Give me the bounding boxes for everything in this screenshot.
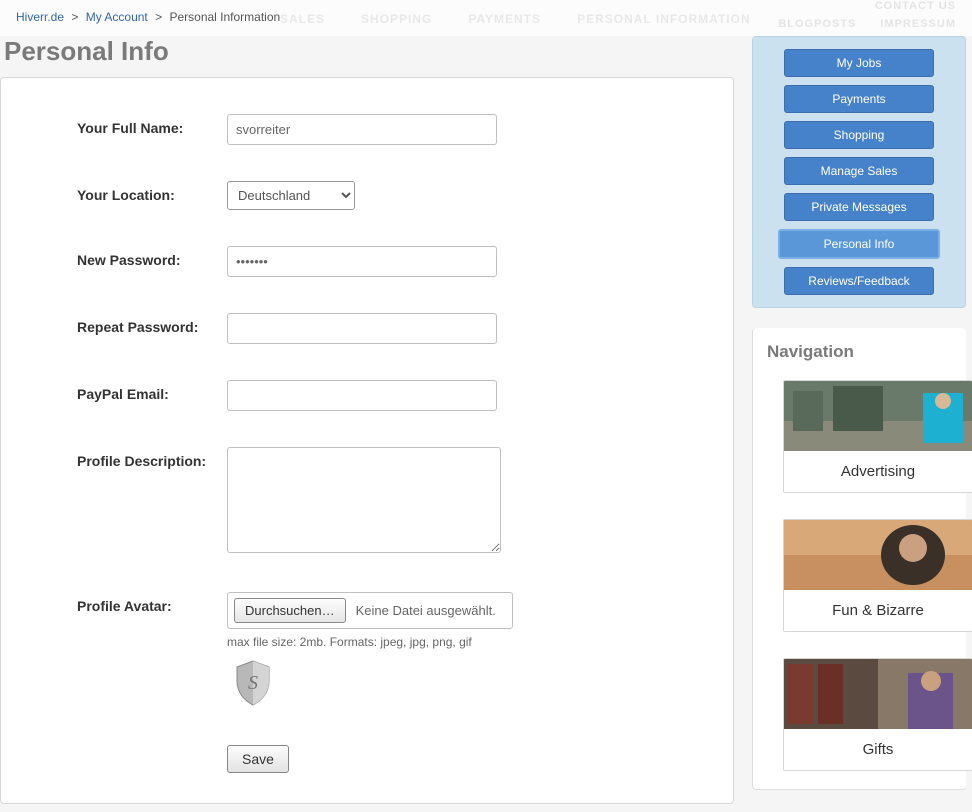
browse-button[interactable]: Durchsuchen…: [234, 598, 346, 623]
top-nav-center: SALES SHOPPING PAYMENTS PERSONAL INFORMA…: [280, 12, 751, 26]
nav-item-personal-info[interactable]: PERSONAL INFORMATION: [577, 12, 751, 26]
breadcrumb-account[interactable]: My Account: [86, 10, 148, 24]
nav-item-blogposts[interactable]: BLOGPOSTS: [778, 18, 856, 30]
profile-desc-label: Profile Description:: [77, 447, 227, 469]
quicknav-reviews[interactable]: Reviews/Feedback: [784, 267, 934, 295]
personal-info-form: Your Full Name: Your Location: Deutschla…: [0, 77, 734, 804]
full-name-input[interactable]: [227, 114, 497, 145]
gifts-thumb: [784, 659, 972, 729]
new-password-input[interactable]: [227, 246, 497, 277]
new-password-label: New Password:: [77, 246, 227, 268]
top-nav-right-1: CONTACT US: [875, 0, 956, 12]
nav-item-contact[interactable]: CONTACT US: [875, 0, 956, 12]
advertising-thumb: [784, 381, 972, 451]
category-advertising[interactable]: Advertising: [783, 380, 972, 493]
top-nav-bar: SALES SHOPPING PAYMENTS PERSONAL INFORMA…: [0, 0, 972, 36]
breadcrumb-sep: >: [155, 10, 162, 24]
category-label: Fun & Bizarre: [784, 590, 972, 631]
quicknav-personal-info[interactable]: Personal Info: [778, 229, 940, 259]
top-nav-right-2: BLOGPOSTS IMPRESSUM: [778, 18, 956, 30]
fun-bizarre-thumb: [784, 520, 972, 590]
nav-item-sales[interactable]: SALES: [280, 12, 325, 26]
navigation-title: Navigation: [767, 342, 958, 362]
quicknav-my-jobs[interactable]: My Jobs: [784, 49, 934, 77]
file-hint: max file size: 2mb. Formats: jpeg, jpg, …: [227, 635, 697, 649]
nav-item-impressum[interactable]: IMPRESSUM: [880, 18, 956, 30]
avatar-label: Profile Avatar:: [77, 592, 227, 614]
quicknav-shopping[interactable]: Shopping: [784, 121, 934, 149]
full-name-label: Your Full Name:: [77, 114, 227, 136]
quicknav-manage-sales[interactable]: Manage Sales: [784, 157, 934, 185]
category-fun-bizarre[interactable]: Fun & Bizarre: [783, 519, 972, 632]
shield-icon: S: [227, 657, 279, 709]
breadcrumb-sep: >: [71, 10, 78, 24]
page-title: Personal Info: [4, 36, 734, 67]
profile-desc-textarea[interactable]: [227, 447, 501, 553]
repeat-password-label: Repeat Password:: [77, 313, 227, 335]
paypal-label: PayPal Email:: [77, 380, 227, 402]
category-label: Advertising: [784, 451, 972, 492]
quicknav-payments[interactable]: Payments: [784, 85, 934, 113]
nav-item-payments[interactable]: PAYMENTS: [468, 12, 541, 26]
nav-item-shopping[interactable]: SHOPPING: [361, 12, 432, 26]
category-gifts[interactable]: Gifts: [783, 658, 972, 771]
quicknav-private-messages[interactable]: Private Messages: [784, 193, 934, 221]
location-label: Your Location:: [77, 181, 227, 203]
breadcrumb-current: Personal Information: [169, 10, 280, 24]
file-status: Keine Datei ausgewählt.: [356, 603, 496, 618]
avatar-file-field[interactable]: Durchsuchen… Keine Datei ausgewählt.: [227, 592, 513, 629]
navigation-panel: Navigation Advertising: [752, 328, 966, 790]
paypal-input[interactable]: [227, 380, 497, 411]
category-label: Gifts: [784, 729, 972, 770]
location-select[interactable]: Deutschland: [227, 181, 355, 210]
avatar-preview: S: [227, 657, 279, 709]
repeat-password-input[interactable]: [227, 313, 497, 344]
account-quicknav: My Jobs Payments Shopping Manage Sales P…: [752, 36, 966, 308]
svg-text:S: S: [248, 672, 258, 694]
save-button[interactable]: Save: [227, 745, 289, 773]
breadcrumb-home[interactable]: Hiverr.de: [16, 10, 64, 24]
